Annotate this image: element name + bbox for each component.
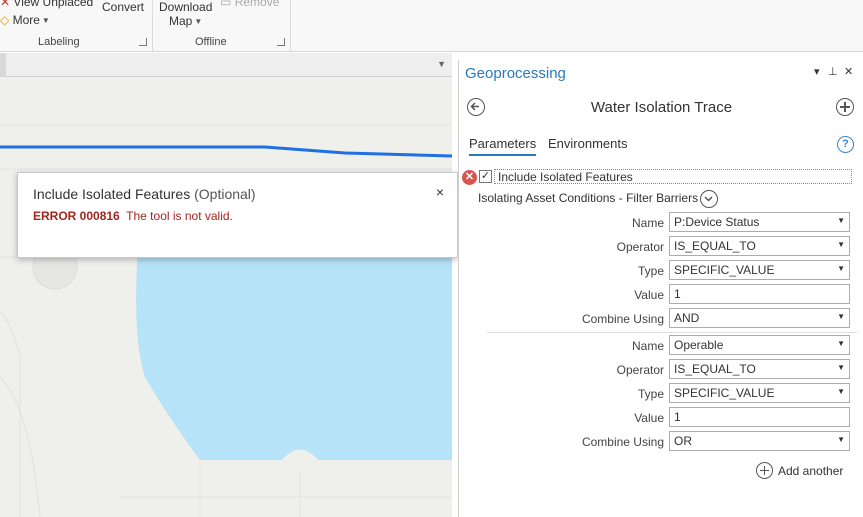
convert-label: Convert: [102, 0, 145, 14]
operator-value: IS_EQUAL_TO: [674, 362, 756, 376]
chevron-down-icon[interactable]: ▼: [437, 59, 446, 69]
download-map-button[interactable]: Download Map ▼: [159, 0, 212, 28]
combine-using-select[interactable]: OR ▼: [669, 431, 850, 451]
section-title: Isolating Asset Conditions - Filter Barr…: [478, 191, 699, 205]
view-unplaced-label: View Unplaced: [13, 0, 94, 9]
name-select[interactable]: Operable ▼: [669, 335, 850, 355]
name-value: P:Device Status: [674, 215, 760, 229]
popup-error-message: ERROR 000816 The tool is not valid.: [33, 209, 233, 223]
close-icon[interactable]: ✕: [844, 65, 853, 78]
combine-using-label: Combine Using: [581, 435, 664, 449]
dropdown-arrow-icon: ▼: [837, 264, 845, 273]
chevron-down-icon: ▼: [41, 16, 50, 25]
view-unplaced-button[interactable]: ✕ View Unplaced: [0, 0, 93, 9]
combine-using-label: Combine Using: [581, 312, 664, 326]
dropdown-arrow-icon: ▼: [837, 387, 845, 396]
map-label: Map: [169, 14, 193, 28]
tab-parameters[interactable]: Parameters: [469, 136, 537, 156]
condition-divider: [487, 332, 857, 333]
add-another-label: Add another: [778, 464, 844, 478]
remove-button[interactable]: ▭ Remove: [220, 0, 279, 9]
error-text: The tool is not valid.: [126, 209, 233, 223]
operator-label: Operator: [616, 363, 664, 377]
map-tab-bar: ▼: [0, 53, 452, 77]
dropdown-arrow-icon: ▼: [837, 435, 845, 444]
tool-name: Water Isolation Trace: [590, 99, 733, 116]
pane-menu-icon[interactable]: ▾: [814, 65, 820, 78]
labeling-group-label: Labeling: [38, 36, 80, 48]
remove-icon: ▭: [220, 0, 232, 9]
error-icon[interactable]: ✕: [462, 170, 477, 185]
water-body: [136, 247, 452, 460]
map-tab[interactable]: [0, 53, 6, 77]
operator-value: IS_EQUAL_TO: [674, 239, 756, 253]
popup-title: Include Isolated Features (Optional): [33, 186, 256, 202]
type-label: Type: [637, 264, 664, 278]
include-isolated-checkbox[interactable]: ✓: [479, 170, 492, 183]
ribbon: ✕ View Unplaced ◇ More ▼ Convert Labeling…: [0, 0, 863, 52]
back-arrow-icon[interactable]: [467, 98, 485, 116]
include-isolated-label[interactable]: Include Isolated Features: [494, 169, 852, 184]
dropdown-arrow-icon: ▼: [837, 339, 845, 348]
map-view[interactable]: [0, 77, 452, 517]
gp-header: Geoprocessing ▾ ⊥ ✕: [459, 60, 863, 86]
name-label: Name: [631, 339, 664, 353]
name-select[interactable]: P:Device Status ▼: [669, 212, 850, 232]
type-value: SPECIFIC_VALUE: [674, 263, 775, 277]
type-select[interactable]: SPECIFIC_VALUE ▼: [669, 260, 850, 280]
add-icon: [756, 462, 773, 479]
include-isolated-row: ✕ ✓ Include Isolated Features: [462, 169, 857, 185]
more-icon: ◇: [0, 13, 10, 27]
add-icon[interactable]: [836, 98, 854, 116]
geoprocessing-pane: Geoprocessing ▾ ⊥ ✕ Water Isolation Trac…: [458, 60, 863, 517]
operator-label: Operator: [616, 240, 664, 254]
remove-label: Remove: [234, 0, 280, 9]
type-select[interactable]: SPECIFIC_VALUE ▼: [669, 383, 850, 403]
dropdown-arrow-icon: ▼: [837, 312, 845, 321]
dropdown-arrow-icon: ▼: [837, 216, 845, 225]
ribbon-separator: [152, 0, 153, 51]
labeling-launcher-icon[interactable]: [139, 38, 147, 46]
operator-select[interactable]: IS_EQUAL_TO ▼: [669, 359, 850, 379]
gp-toolbar: Water Isolation Trace: [459, 96, 863, 122]
dropdown-arrow-icon: ▼: [837, 363, 845, 372]
error-popup: Include Isolated Features (Optional) × E…: [17, 172, 458, 258]
value-label: Value: [634, 411, 664, 425]
more-button[interactable]: ◇ More ▼: [0, 13, 50, 27]
combine-using-value: OR: [674, 434, 692, 448]
tab-environments[interactable]: Environments: [548, 136, 627, 154]
convert-button[interactable]: Convert: [102, 0, 144, 14]
ribbon-separator: [290, 0, 291, 51]
close-icon[interactable]: ×: [436, 184, 444, 200]
type-value: SPECIFIC_VALUE: [674, 386, 775, 400]
value-input[interactable]: [669, 407, 850, 427]
name-value: Operable: [674, 338, 724, 352]
operator-select[interactable]: IS_EQUAL_TO ▼: [669, 236, 850, 256]
value-label: Value: [634, 288, 664, 302]
gp-title: Geoprocessing: [465, 65, 566, 82]
combine-using-value: AND: [674, 311, 700, 325]
chevron-down-icon[interactable]: [700, 190, 718, 208]
error-code: ERROR 000816: [33, 209, 120, 223]
type-label: Type: [637, 387, 664, 401]
popup-title-text: Include Isolated Features: [33, 186, 191, 202]
pin-icon[interactable]: ⊥: [828, 65, 838, 78]
gp-tabs: Parameters Environments ?: [459, 136, 863, 158]
dropdown-arrow-icon: ▼: [837, 240, 845, 249]
help-icon[interactable]: ?: [837, 136, 854, 153]
download-label: Download: [159, 0, 213, 14]
map-canvas: [0, 77, 452, 517]
combine-using-select[interactable]: AND ▼: [669, 308, 850, 328]
chevron-down-icon: ▼: [194, 17, 203, 26]
value-input[interactable]: [669, 284, 850, 304]
name-label: Name: [631, 216, 664, 230]
offline-group-label: Offline: [195, 36, 227, 48]
more-label: More: [12, 13, 40, 27]
popup-optional-text: (Optional): [194, 186, 256, 202]
view-unplaced-icon: ✕: [0, 0, 11, 9]
offline-launcher-icon[interactable]: [277, 38, 285, 46]
